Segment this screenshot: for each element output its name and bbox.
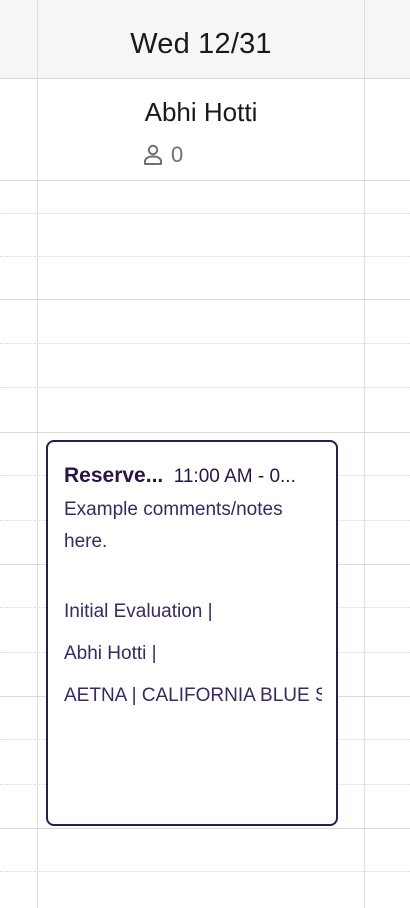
appointment-card[interactable]: Reserve... 11:00 AM - 0... Example comme… — [46, 440, 338, 826]
quarter-line — [0, 343, 410, 344]
day-title: Wed 12/31 — [130, 28, 272, 60]
hour-line — [0, 180, 410, 181]
appointment-notes: Example comments/notes here. — [64, 499, 283, 552]
quarter-line — [0, 871, 410, 872]
appointment-visit-type: Initial Evaluation | — [64, 601, 213, 622]
header-divider — [0, 78, 410, 79]
quarter-line — [0, 387, 410, 388]
quarter-line — [0, 256, 410, 257]
provider-name[interactable]: Abhi Hotti — [38, 97, 364, 128]
appointment-header: Reserve... 11:00 AM - 0... — [64, 464, 324, 488]
person-icon — [144, 144, 162, 165]
hour-line — [0, 299, 410, 300]
hour-line — [0, 432, 410, 433]
column-divider-right — [364, 0, 365, 908]
quarter-line — [0, 213, 410, 214]
provider-appointment-count: 0 — [143, 142, 183, 168]
appointment-time: 11:00 AM - 0... — [173, 466, 296, 487]
column-divider-left — [37, 0, 38, 908]
appointment-provider: Abhi Hotti | — [64, 643, 157, 664]
count-value: 0 — [171, 142, 184, 167]
appointment-insurance: AETNA | CALIFORNIA BLUE SHIELD — [64, 685, 322, 706]
appointment-title: Reserve... — [64, 464, 164, 487]
hour-line — [0, 828, 410, 829]
